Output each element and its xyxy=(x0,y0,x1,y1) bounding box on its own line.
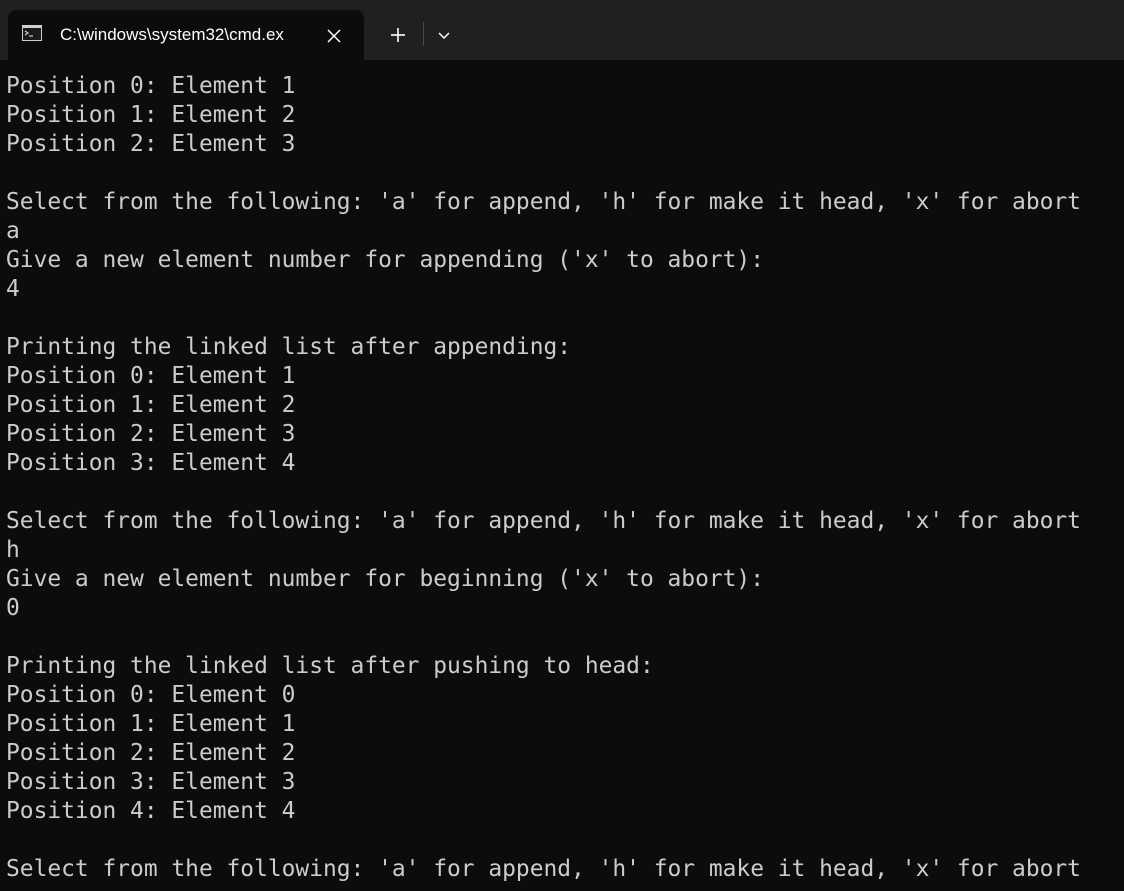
console-line: Position 2: Element 3 xyxy=(6,131,296,157)
console-line: Give a new element number for appending … xyxy=(6,247,764,273)
plus-icon xyxy=(391,28,405,42)
console-line: Position 4: Element 4 xyxy=(6,798,296,824)
console-line: Position 0: Element 1 xyxy=(6,363,296,389)
chevron-down-icon xyxy=(438,32,450,40)
console-line: Printing the linked list after pushing t… xyxy=(6,653,654,679)
console-line: a xyxy=(6,218,20,244)
console-output[interactable]: Position 0: Element 1 Position 1: Element… xyxy=(0,60,1124,891)
console-line: 4 xyxy=(6,276,20,302)
console-line: Position 1: Element 2 xyxy=(6,392,296,418)
console-line: h xyxy=(6,537,20,563)
console-line: Select from the following: 'a' for appen… xyxy=(6,508,1081,534)
new-tab-button[interactable] xyxy=(380,20,416,50)
tab-title: C:\windows\system32\cmd.ex xyxy=(60,25,284,44)
titlebar-divider xyxy=(423,22,424,46)
console-line: Position 3: Element 4 xyxy=(6,450,296,476)
terminal-window: C:\windows\system32\cmd.ex Position 0: E… xyxy=(0,0,1124,891)
console-line: Select from the following: 'a' for appen… xyxy=(6,189,1081,215)
console-line: Select from the following: 'a' for appen… xyxy=(6,856,1081,882)
console-line: 0 xyxy=(6,595,20,621)
console-line: Printing the linked list after appending… xyxy=(6,334,572,360)
console-line: Position 2: Element 2 xyxy=(6,740,296,766)
tab-cmd[interactable]: C:\windows\system32\cmd.ex xyxy=(8,10,364,60)
console-line: Position 2: Element 3 xyxy=(6,421,296,447)
console-line: Position 1: Element 2 xyxy=(6,102,296,128)
console-line: Position 0: Element 0 xyxy=(6,682,296,708)
cmd-terminal-icon xyxy=(22,25,42,41)
console-line: Position 3: Element 3 xyxy=(6,769,296,795)
title-bar: C:\windows\system32\cmd.ex xyxy=(0,0,1124,60)
console-line: Position 0: Element 1 xyxy=(6,73,296,99)
close-icon[interactable] xyxy=(321,23,347,49)
console-line: Give a new element number for beginning … xyxy=(6,566,764,592)
console-line: Position 1: Element 1 xyxy=(6,711,296,737)
tab-dropdown-button[interactable] xyxy=(428,20,460,50)
